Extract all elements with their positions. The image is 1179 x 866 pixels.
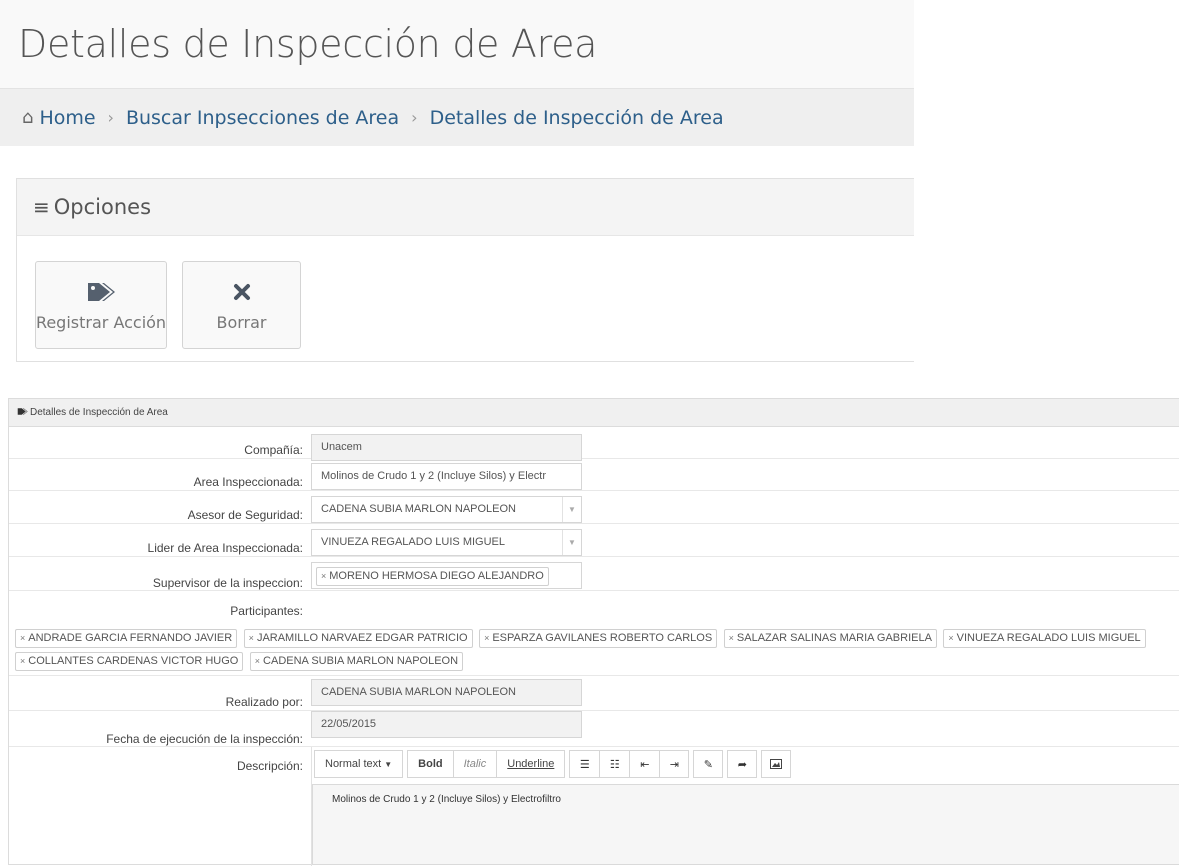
breadcrumb-separator: › (107, 108, 114, 127)
details-header-title: Detalles de Inspección de Area (30, 407, 168, 418)
supervisor-label: Supervisor de la inspeccion: (152, 576, 303, 590)
text-style-group: Bold Italic Underline (407, 750, 566, 780)
remove-tag-icon[interactable]: × (948, 633, 953, 643)
indent-icon[interactable]: ⇥ (659, 750, 690, 778)
options-title: Opciones (53, 195, 152, 219)
leader-row: Lider de Area Inspeccionada: VINUEZA REG… (9, 524, 1179, 557)
remove-tag-icon[interactable]: × (20, 633, 25, 643)
leader-select[interactable]: VINUEZA REGALADO LUIS MIGUEL ▼ (311, 529, 582, 556)
remove-tag-icon[interactable]: × (255, 656, 260, 666)
list-group: ☰ ☷ ⇤ ⇥ (569, 750, 690, 780)
register-action-label: Registrar Acción (35, 312, 167, 332)
home-icon: ⌂ (22, 107, 34, 128)
company-row: Compañía: Unacem (9, 427, 1179, 461)
advisor-row: Asesor de Seguridad: CADENA SUBIA MARLON… (9, 491, 1179, 524)
leader-value: VINUEZA REGALADO LUIS MIGUEL (321, 536, 505, 548)
breadcrumb-separator: › (411, 108, 418, 127)
participants-label: Participantes: (230, 604, 303, 618)
pencil-icon[interactable]: ✎ (693, 750, 724, 778)
company-field: Unacem (311, 434, 582, 461)
participant-tag: × COLLANTES CARDENAS VICTOR HUGO (15, 652, 244, 671)
format-dropdown[interactable]: Normal text ▼ (314, 750, 404, 778)
participants-row: Participantes: (9, 591, 1179, 624)
advisor-value: CADENA SUBIA MARLON NAPOLEON (321, 503, 516, 515)
menu-icon: ≡ (33, 195, 50, 219)
performed-by-label: Realizado por: (225, 695, 303, 709)
page-header: Detalles de Inspección de Area (0, 0, 914, 88)
description-editor[interactable]: Molinos de Crudo 1 y 2 (Incluye Silos) y… (312, 784, 1179, 865)
supervisor-tagbox[interactable]: × MORENO HERMOSA DIEGO ALEJANDRO (311, 562, 582, 589)
participant-tag: × SALAZAR SALINAS MARIA GABRIELA (723, 629, 937, 648)
participants-tagbox[interactable]: × ANDRADE GARCIA FERNANDO JAVIER × JARAMIL… (15, 627, 1175, 673)
area-label: Area Inspeccionada: (193, 475, 303, 489)
participant-tag: × JARAMILLO NARVAEZ EDGAR PATRICIO (243, 629, 473, 648)
remove-tag-icon[interactable]: × (321, 571, 326, 581)
caret-down-icon: ▼ (384, 759, 393, 769)
image-icon[interactable] (761, 750, 792, 778)
participant-tag: × ANDRADE GARCIA FERNANDO JAVIER (15, 629, 238, 648)
performed-by-row: Realizado por: CADENA SUBIA MARLON NAPOL… (9, 675, 1179, 711)
editor-toolbar: Normal text ▼ Bold Italic Underline ☰ ☷ … (314, 750, 792, 780)
options-panel: ≡ Opciones Registrar Acción Borrar (16, 178, 914, 362)
chevron-down-icon: ▼ (562, 530, 581, 555)
delete-label: Borrar (216, 312, 267, 332)
italic-button[interactable]: Italic (452, 750, 497, 778)
remove-tag-icon[interactable]: × (249, 633, 254, 643)
date-row: Fecha de ejecución de la inspección: 22/… (9, 711, 1179, 747)
register-action-button[interactable]: Registrar Acción (35, 261, 167, 349)
advisor-label: Asesor de Seguridad: (187, 508, 303, 522)
description-label: Descripción: (236, 759, 303, 773)
page-title: Detalles de Inspección de Area (18, 22, 598, 66)
ordered-list-icon[interactable]: ☷ (599, 750, 630, 778)
date-label: Fecha de ejecución de la inspección: (106, 732, 303, 746)
supervisor-tag: × MORENO HERMOSA DIEGO ALEJANDRO (316, 567, 549, 586)
participant-tag: × ESPARZA GAVILANES ROBERTO CARLOS (479, 629, 718, 648)
company-label: Compañía: (244, 443, 303, 457)
chevron-down-icon: ▼ (562, 497, 581, 522)
performed-by-field: CADENA SUBIA MARLON NAPOLEON (311, 679, 582, 706)
delete-button[interactable]: Borrar (182, 261, 301, 349)
underline-button[interactable]: Underline (496, 750, 566, 778)
supervisor-row: Supervisor de la inspeccion: × MORENO HER… (9, 557, 1179, 591)
tags-icon (17, 407, 28, 419)
options-header: ≡ Opciones (17, 179, 914, 236)
breadcrumb-current: Detalles de Inspección de Area (429, 106, 724, 129)
area-row: Area Inspeccionada: Molinos de Crudo 1 y… (9, 459, 1179, 491)
remove-tag-icon[interactable]: × (729, 633, 734, 643)
redo-icon[interactable]: ➦ (727, 750, 758, 778)
outdent-icon[interactable]: ⇤ (629, 750, 660, 778)
leader-label: Lider de Area Inspeccionada: (147, 541, 303, 555)
remove-tag-icon[interactable]: × (20, 656, 25, 666)
advisor-select[interactable]: CADENA SUBIA MARLON NAPOLEON ▼ (311, 496, 582, 523)
participant-tag: × VINUEZA REGALADO LUIS MIGUEL (943, 629, 1146, 648)
remove-tag-icon[interactable]: × (484, 633, 489, 643)
close-icon (233, 279, 251, 305)
breadcrumb-search-link[interactable]: Buscar Inpsecciones de Area (126, 107, 399, 129)
participant-tag: × CADENA SUBIA MARLON NAPOLEON (249, 652, 464, 671)
bold-button[interactable]: Bold (407, 750, 453, 778)
area-field[interactable]: Molinos de Crudo 1 y 2 (Incluye Silos) y… (311, 463, 582, 490)
tags-icon (86, 279, 116, 305)
date-field: 22/05/2015 (311, 711, 582, 738)
unordered-list-icon[interactable]: ☰ (569, 750, 600, 778)
breadcrumb-home-link[interactable]: Home (39, 107, 95, 129)
breadcrumb: ⌂ Home › Buscar Inpsecciones de Area › D… (0, 88, 914, 146)
details-header: Detalles de Inspección de Area (9, 399, 1179, 427)
